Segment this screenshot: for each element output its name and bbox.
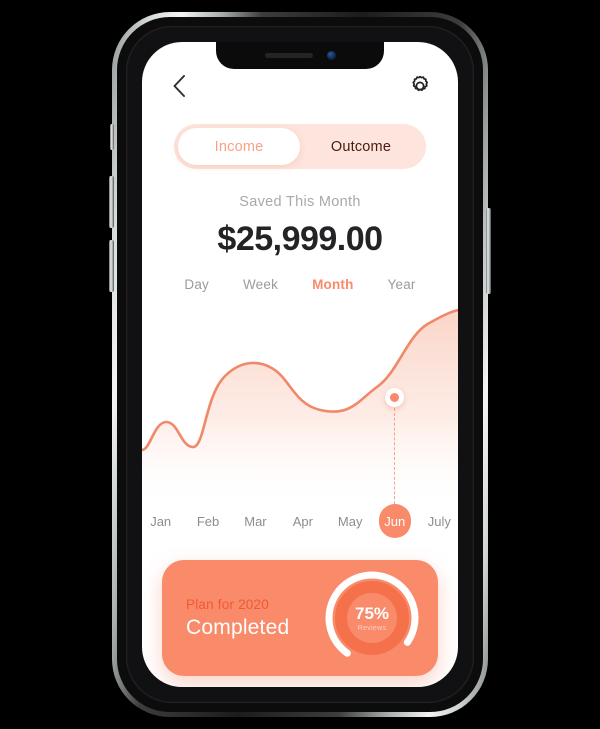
month-item-apr[interactable]: Apr [284, 504, 321, 538]
chart-canvas [142, 308, 458, 510]
month-item-mar[interactable]: Mar [237, 504, 274, 538]
plan-card-title: Plan for 2020 [186, 596, 269, 612]
month-item-feb-label: Feb [196, 513, 220, 529]
month-item-jan-label: Jan [150, 513, 172, 529]
gear-icon [412, 75, 429, 92]
period-tab-month-label: Month [312, 277, 354, 292]
tab-income-label: Income [214, 138, 264, 155]
month-item-mar-label: Mar [244, 513, 267, 529]
period-tab-day-label: Day [184, 277, 209, 292]
chart-marker-dot-icon [390, 393, 399, 402]
chevron-left-icon [173, 75, 185, 97]
phone-screen: Income Outcome Saved This Month $25,999.… [142, 42, 458, 687]
month-item-may-label: May [337, 513, 363, 529]
silent-switch-button[interactable] [110, 124, 114, 150]
month-item-jun[interactable]: Jun [378, 504, 411, 538]
month-item-feb[interactable]: Feb [189, 504, 226, 538]
period-tab-year[interactable]: Year [388, 277, 416, 292]
app-top-bar [142, 64, 458, 108]
tab-outcome[interactable]: Outcome [300, 128, 422, 165]
plan-card-status: Completed [186, 615, 290, 639]
settings-button[interactable] [406, 72, 434, 100]
saved-this-month-label: Saved This Month [239, 194, 361, 210]
savings-area-chart[interactable] [142, 300, 458, 514]
period-tab-week-label: Week [242, 277, 279, 292]
month-item-july[interactable]: July [421, 504, 458, 538]
chart-marker-dashed-line [394, 408, 395, 514]
plan-progress-ring: 75% Reviews [320, 566, 424, 670]
period-tab-week[interactable]: Week [243, 277, 278, 292]
tab-income[interactable]: Income [178, 128, 300, 165]
month-item-jan[interactable]: Jan [142, 504, 179, 538]
month-item-apr-label: Apr [292, 513, 313, 529]
progress-ring-inner-track [335, 581, 409, 655]
chart-highlight-marker[interactable] [385, 388, 404, 407]
phone-notch [216, 42, 384, 69]
period-tab-year-label: Year [387, 277, 416, 292]
phone-device-frame: Income Outcome Saved This Month $25,999.… [109, 12, 491, 717]
income-outcome-segmented-control[interactable]: Income Outcome [174, 124, 426, 169]
saved-amount-value: $25,999.00 [217, 220, 383, 258]
tab-outcome-label: Outcome [330, 138, 392, 155]
screenshot-stage: Income Outcome Saved This Month $25,999.… [0, 0, 600, 729]
earpiece-speaker-icon [264, 53, 313, 58]
period-tab-bar: Day Week Month Year [142, 277, 458, 292]
month-selector: Jan Feb Mar Apr May Jun July [142, 504, 458, 538]
front-camera-icon [326, 51, 336, 60]
period-tab-day[interactable]: Day [184, 277, 209, 292]
plan-card-text: Plan for 2020 Completed [162, 597, 320, 640]
month-item-may[interactable]: May [332, 504, 369, 538]
volume-up-button[interactable] [109, 176, 114, 228]
progress-ring-svg [325, 571, 419, 665]
back-button[interactable] [166, 73, 192, 99]
phone-inner-frame: Income Outcome Saved This Month $25,999.… [117, 17, 483, 712]
volume-down-button[interactable] [109, 240, 114, 292]
month-item-jun-label: Jun [384, 513, 406, 529]
power-button[interactable] [486, 208, 491, 294]
period-tab-month[interactable]: Month [312, 277, 353, 292]
plan-progress-card[interactable]: Plan for 2020 Completed 75% Reviews [162, 560, 438, 676]
month-item-july-label: July [427, 513, 451, 529]
phone-bezel: Income Outcome Saved This Month $25,999.… [126, 26, 474, 703]
